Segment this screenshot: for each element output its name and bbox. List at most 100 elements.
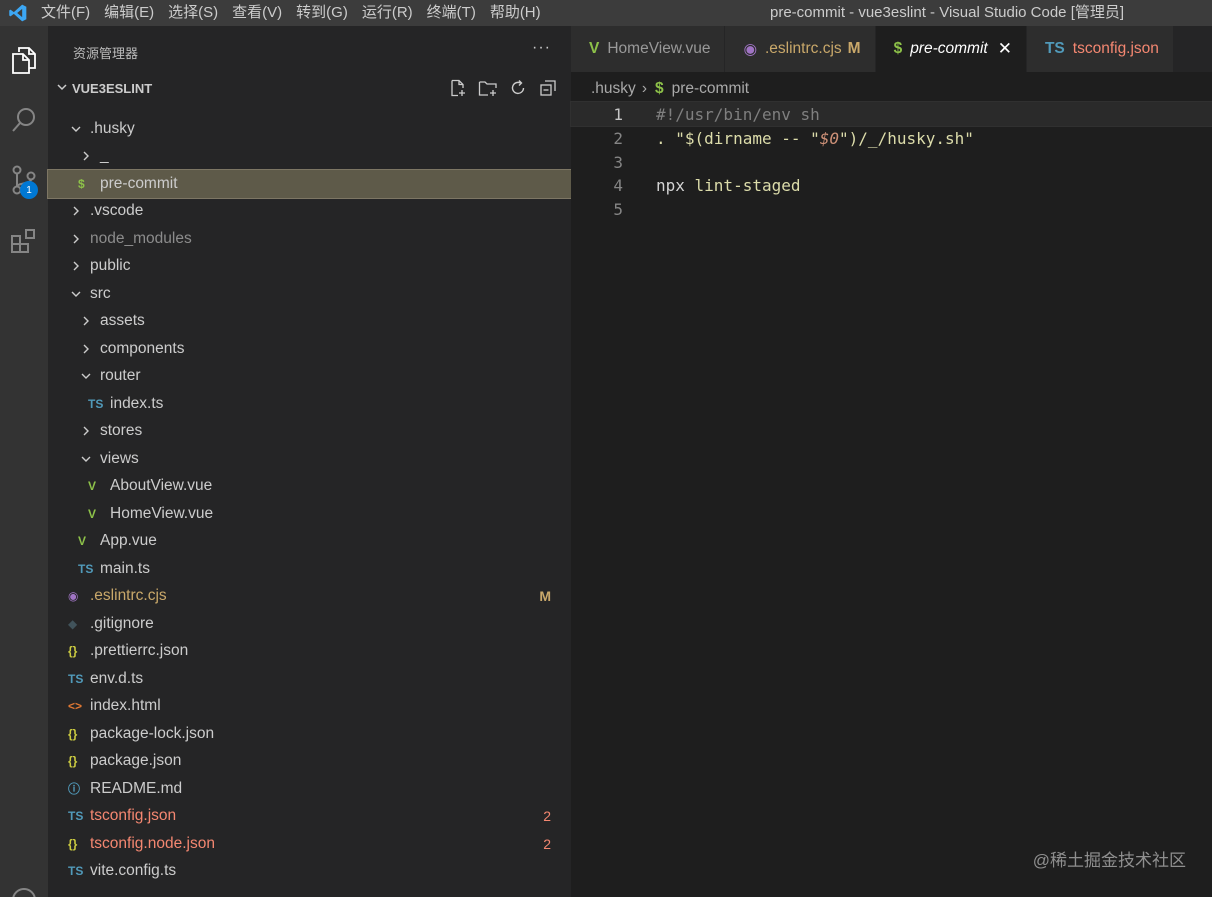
- file-type-icon: TS: [68, 809, 84, 824]
- shell-file-icon: $: [654, 80, 664, 97]
- folder-item[interactable]: node_modules: [48, 225, 571, 253]
- editor-tab[interactable]: TS tsconfig.json: [1026, 26, 1174, 72]
- chevron-right-icon[interactable]: [68, 233, 84, 245]
- file-item[interactable]: ◆ .gitignore: [48, 610, 571, 638]
- explorer-icon[interactable]: [0, 36, 48, 84]
- tree-item-label: vite.config.ts: [90, 862, 177, 880]
- code-editor[interactable]: 1 #!/usr/bin/env sh 2 . "$(dirname -- "$…: [570, 101, 1212, 897]
- vscode-logo-icon: [0, 0, 36, 26]
- file-tree: .husky _ $ pre-commit .vscode node_modulespub…: [47, 115, 572, 886]
- menu-go[interactable]: 转到(G): [289, 0, 355, 26]
- menu-file[interactable]: 文件(F): [36, 0, 97, 26]
- breadcrumb: .husky › $ pre-commit: [591, 78, 749, 100]
- refresh-icon[interactable]: [507, 78, 529, 98]
- title-bar: 文件(F) 编辑(E) 选择(S) 查看(V) 转到(G) 运行(R) 终端(T…: [0, 0, 1212, 26]
- file-type-icon: $: [893, 40, 903, 57]
- chevron-right-icon[interactable]: [78, 343, 94, 355]
- folder-item[interactable]: components: [48, 335, 571, 363]
- folder-item[interactable]: src: [48, 280, 571, 308]
- folder-item[interactable]: _: [48, 143, 571, 171]
- chevron-right-icon[interactable]: [68, 205, 84, 217]
- code-line[interactable]: 4 npx lint-staged: [571, 173, 1212, 197]
- chevron-down-icon[interactable]: [68, 289, 84, 299]
- folder-item[interactable]: .vscode: [48, 198, 571, 226]
- breadcrumb-separator: ›: [641, 80, 647, 97]
- file-type-icon: TS: [1044, 40, 1065, 57]
- file-item[interactable]: $ pre-commit: [47, 169, 572, 199]
- file-item[interactable]: V HomeView.vue: [48, 500, 571, 528]
- file-item[interactable]: V AboutView.vue: [48, 473, 571, 501]
- folder-item[interactable]: .husky: [48, 115, 571, 143]
- file-item[interactable]: ⓘ README.md: [48, 775, 571, 803]
- code-line[interactable]: 1 #!/usr/bin/env sh: [570, 101, 1212, 127]
- chevron-down-icon[interactable]: [68, 124, 84, 134]
- folder-item[interactable]: public: [48, 253, 571, 281]
- folder-item[interactable]: router: [48, 363, 571, 391]
- menu-edit[interactable]: 编辑(E): [97, 0, 161, 26]
- tree-item-label: router: [100, 367, 141, 385]
- editor-tab[interactable]: ◉ .eslintrc.cjs M: [725, 26, 876, 72]
- string-part: "$(dirname -- ": [675, 128, 820, 148]
- new-file-icon[interactable]: [447, 78, 469, 98]
- file-item[interactable]: <> index.html: [48, 693, 571, 721]
- tab-label: tsconfig.json: [1072, 40, 1159, 57]
- watermark: @稀土掘金技术社区: [1032, 851, 1186, 870]
- file-item[interactable]: {} .prettierrc.json: [48, 638, 571, 666]
- workspace-section-header[interactable]: VUE3ESLINT: [48, 78, 571, 98]
- new-folder-icon[interactable]: [477, 78, 499, 98]
- tab-label: .eslintrc.cjs: [764, 40, 842, 57]
- modified-badge: M: [847, 40, 861, 57]
- extensions-icon[interactable]: [0, 218, 48, 266]
- chevron-right-icon[interactable]: [78, 315, 94, 327]
- search-icon[interactable]: [0, 96, 48, 144]
- file-type-icon: {}: [68, 644, 78, 659]
- collapse-all-icon[interactable]: [537, 78, 559, 98]
- folder-item[interactable]: assets: [48, 308, 571, 336]
- tree-item-label: tsconfig.json: [90, 807, 177, 825]
- tree-item-label: public: [90, 257, 131, 275]
- file-item[interactable]: TS index.ts: [48, 390, 571, 418]
- close-icon[interactable]: ✕: [998, 39, 1012, 59]
- breadcrumb-folder[interactable]: .husky: [591, 80, 636, 98]
- file-item[interactable]: TS tsconfig.json 2: [48, 803, 571, 831]
- file-item[interactable]: TS env.d.ts: [48, 665, 571, 693]
- menu-view[interactable]: 查看(V): [225, 0, 289, 26]
- file-type-icon: {}: [68, 836, 78, 851]
- file-item[interactable]: V App.vue: [48, 528, 571, 556]
- menu-terminal[interactable]: 终端(T): [420, 0, 483, 26]
- account-icon[interactable]: [0, 876, 48, 897]
- code-line[interactable]: 2 . "$(dirname -- "$0")/_/husky.sh": [571, 126, 1212, 150]
- tree-item-label: .husky: [90, 119, 135, 137]
- menu-selection[interactable]: 选择(S): [161, 0, 225, 26]
- more-actions-icon[interactable]: ···: [532, 39, 551, 57]
- chevron-down-icon[interactable]: [78, 371, 94, 381]
- folder-item[interactable]: views: [48, 445, 571, 473]
- file-item[interactable]: TS main.ts: [48, 555, 571, 583]
- code-line[interactable]: 5: [571, 197, 1212, 221]
- menu-run[interactable]: 运行(R): [355, 0, 420, 26]
- shebang-text: #!/usr/bin/env sh: [656, 104, 820, 124]
- chevron-down-icon[interactable]: [78, 454, 94, 464]
- file-item[interactable]: {} package-lock.json: [48, 720, 571, 748]
- file-item[interactable]: ◉ .eslintrc.cjs M: [48, 583, 571, 611]
- menu-help[interactable]: 帮助(H): [483, 0, 548, 26]
- tree-item-label: .gitignore: [90, 614, 154, 632]
- line-number: 2: [613, 128, 623, 148]
- file-item[interactable]: {} package.json: [48, 748, 571, 776]
- chevron-right-icon[interactable]: [68, 260, 84, 272]
- editor-tab[interactable]: $ pre-commit ✕: [875, 26, 1027, 72]
- tree-item-label: .vscode: [90, 202, 144, 220]
- file-type-icon: TS: [88, 396, 104, 411]
- file-item[interactable]: TS vite.config.ts: [48, 858, 571, 886]
- folder-item[interactable]: stores: [48, 418, 571, 446]
- file-type-icon: V: [88, 479, 97, 494]
- code-line[interactable]: 3: [571, 150, 1212, 174]
- tree-item-label: index.ts: [110, 394, 164, 412]
- file-type-icon: {}: [68, 726, 78, 741]
- editor-tab[interactable]: V HomeView.vue: [571, 26, 726, 72]
- chevron-right-icon[interactable]: [78, 150, 94, 162]
- file-item[interactable]: {} tsconfig.node.json 2: [48, 830, 571, 858]
- tree-item-label: package-lock.json: [90, 724, 215, 742]
- breadcrumb-file[interactable]: pre-commit: [672, 80, 750, 98]
- chevron-right-icon[interactable]: [78, 425, 94, 437]
